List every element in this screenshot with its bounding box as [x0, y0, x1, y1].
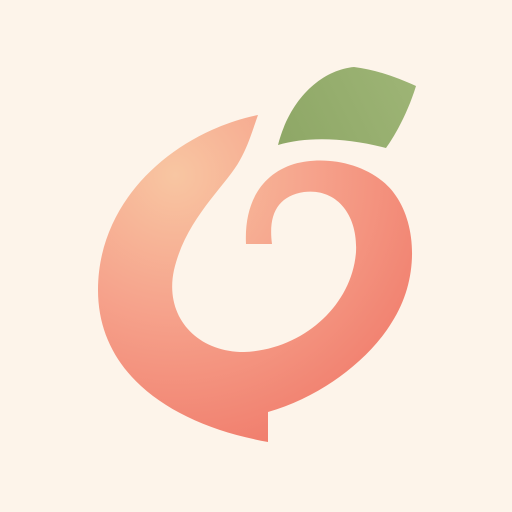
app-icon	[0, 0, 512, 512]
leaf-icon	[278, 67, 416, 148]
peach-body-shape	[98, 115, 413, 442]
peach-logo-icon	[98, 67, 416, 442]
